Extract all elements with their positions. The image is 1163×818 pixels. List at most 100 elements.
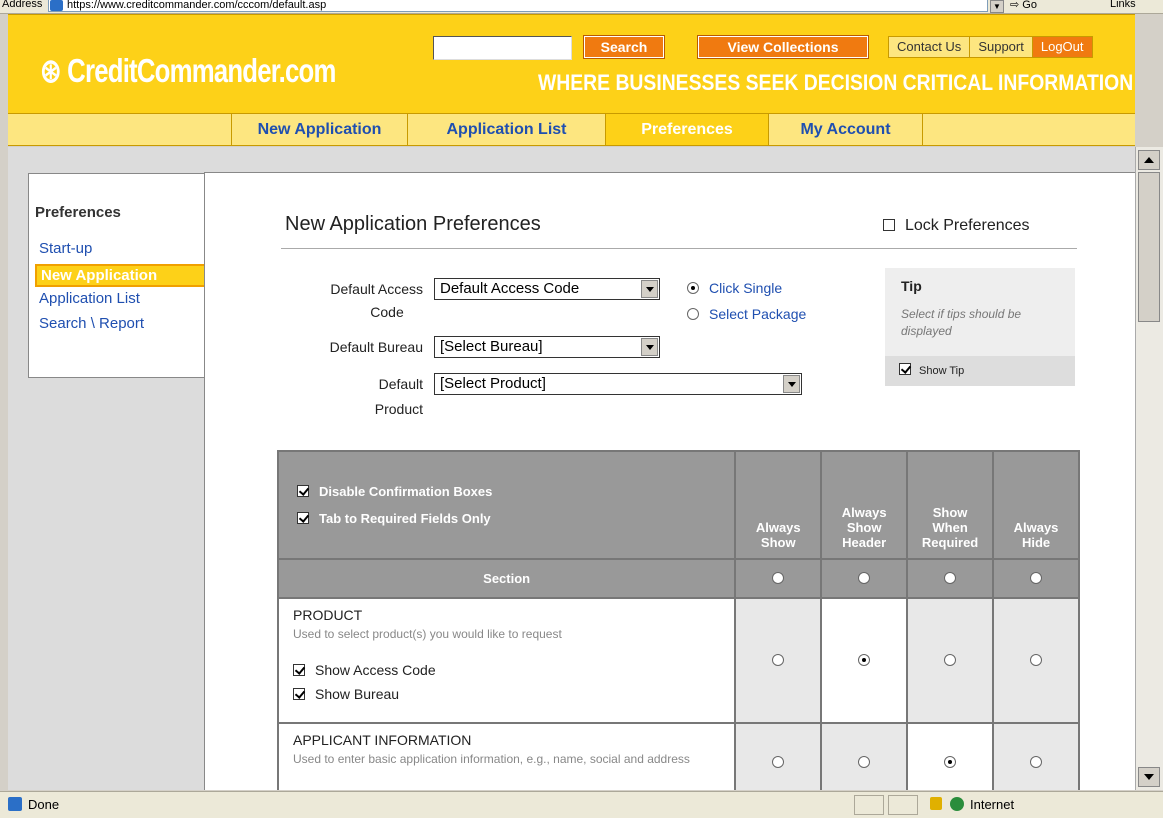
- radio-click-single[interactable]: Click Single: [687, 280, 782, 296]
- product-show-header-cell: [820, 597, 909, 724]
- tab-required-box[interactable]: [297, 512, 309, 524]
- page-done-icon: [8, 797, 22, 811]
- tip-text: Select if tips should be displayed: [901, 307, 1022, 338]
- all-always-show-radio-cell: [734, 558, 823, 599]
- section-column-header: Section: [276, 558, 737, 599]
- radio-all-always-show[interactable]: [772, 572, 785, 584]
- ie-page-icon: [50, 0, 63, 11]
- links-button[interactable]: Links: [1110, 0, 1136, 10]
- tagline: WHERE BUSINESSES SEEK DECISION CRITICAL …: [538, 70, 1134, 95]
- applicant-show-header-cell: [820, 722, 909, 790]
- grid-options-cell: Disable Confirmation Boxes Tab to Requir…: [276, 450, 737, 560]
- bureau-select[interactable]: [Select Bureau]: [434, 336, 660, 358]
- status-bar: Done Internet: [0, 791, 1163, 818]
- tab-new-application[interactable]: New Application: [231, 114, 408, 145]
- main-nav: New Application Application List Prefere…: [8, 113, 1135, 146]
- section-applicant-cell: APPLICANT INFORMATION Used to enter basi…: [276, 722, 737, 790]
- search-button[interactable]: Search: [583, 35, 665, 59]
- lock-checkbox-box[interactable]: [883, 219, 895, 231]
- product-always-show-cell: [734, 597, 823, 724]
- col-header-always-hide: Always Hide: [992, 450, 1080, 560]
- radio-applicant-always-show[interactable]: [772, 756, 785, 768]
- access-code-label-1: Default Access: [330, 281, 423, 297]
- radio-select-package[interactable]: Select Package: [687, 306, 806, 322]
- url-dropdown-button[interactable]: ▼: [990, 0, 1004, 13]
- sidebar-item-search-report[interactable]: Search \ Report: [39, 315, 144, 332]
- radio-all-show-header[interactable]: [858, 572, 871, 584]
- section-visibility-table: Disable Confirmation Boxes Tab to Requir…: [276, 450, 1080, 790]
- access-code-select[interactable]: Default Access Code: [434, 278, 660, 300]
- radio-all-always-hide[interactable]: [1030, 572, 1043, 584]
- all-show-header-radio-cell: [820, 558, 909, 599]
- all-always-hide-radio-cell: [992, 558, 1080, 599]
- table-row: APPLICANT INFORMATION Used to enter basi…: [276, 722, 1080, 790]
- show-tip-checkbox-box[interactable]: [899, 363, 911, 375]
- show-tip-checkbox[interactable]: Show Tip: [885, 356, 1075, 386]
- radio-button-icon[interactable]: [687, 282, 699, 294]
- site-header: ⊛ CreditCommander.com Search View Collec…: [8, 14, 1135, 113]
- go-button[interactable]: ⇨ Go: [1010, 0, 1052, 11]
- scroll-thumb[interactable]: [1138, 172, 1160, 322]
- radio-applicant-always-hide[interactable]: [1030, 756, 1043, 768]
- checkbox-box[interactable]: [293, 664, 305, 676]
- content-area: Preferences Start-up New Application App…: [8, 147, 1135, 790]
- tab-my-account[interactable]: My Account: [769, 114, 923, 145]
- lock-preferences-checkbox[interactable]: Lock Preferences: [883, 217, 1030, 235]
- section-description: Used to enter basic application informat…: [293, 752, 690, 766]
- sidebar-item-application-list[interactable]: Application List: [39, 290, 140, 307]
- status-text: Done: [28, 797, 60, 812]
- address-bar: Address https://www.creditcommander.com/…: [0, 0, 1163, 14]
- product-when-required-cell: [906, 597, 995, 724]
- product-label-1: Default: [378, 376, 423, 392]
- radio-product-show-header[interactable]: [858, 653, 871, 666]
- chevron-down-icon[interactable]: [641, 338, 658, 356]
- utility-nav: Contact Us Support LogOut: [888, 36, 1093, 58]
- product-select[interactable]: [Select Product]: [434, 373, 802, 395]
- url-field[interactable]: https://www.creditcommander.com/cccom/de…: [48, 0, 988, 12]
- disable-confirmation-box[interactable]: [297, 485, 309, 497]
- page-title: New Application Preferences: [285, 213, 541, 235]
- status-segment: [854, 795, 884, 815]
- radio-applicant-when-required[interactable]: [944, 756, 957, 768]
- product-label-2: Product: [374, 401, 423, 417]
- radio-product-always-hide[interactable]: [1030, 653, 1043, 666]
- all-when-required-radio-cell: [906, 558, 995, 599]
- access-code-label-2: Code: [370, 304, 404, 320]
- search-input[interactable]: [433, 36, 572, 60]
- tab-application-list[interactable]: Application List: [408, 114, 606, 145]
- tab-required-checkbox[interactable]: Tab to Required Fields Only: [297, 511, 734, 526]
- contact-us-link[interactable]: Contact Us: [889, 37, 971, 57]
- vertical-scrollbar[interactable]: [1135, 147, 1163, 790]
- radio-product-always-show[interactable]: [772, 653, 785, 666]
- zone-text: Internet: [970, 797, 1015, 812]
- bureau-label: Default Bureau: [329, 339, 423, 355]
- radio-button-icon[interactable]: [687, 308, 699, 320]
- sidebar-item-new-application[interactable]: New Application: [35, 264, 217, 287]
- section-name: PRODUCT: [293, 607, 363, 623]
- applicant-always-show-cell: [734, 722, 823, 790]
- scroll-down-arrow-icon[interactable]: [1138, 767, 1160, 787]
- scroll-up-arrow-icon[interactable]: [1138, 150, 1160, 170]
- radio-applicant-show-header[interactable]: [858, 756, 871, 768]
- disable-confirmation-checkbox[interactable]: Disable Confirmation Boxes: [297, 484, 734, 499]
- preferences-sidebar: Preferences Start-up New Application App…: [28, 173, 224, 378]
- chevron-down-icon[interactable]: [783, 375, 800, 393]
- chevron-down-icon[interactable]: [641, 280, 658, 298]
- radio-all-when-required[interactable]: [944, 572, 957, 584]
- tip-title: Tip: [901, 278, 922, 294]
- show-bureau-checkbox[interactable]: Show Bureau: [293, 686, 724, 702]
- lock-icon: [930, 797, 942, 810]
- internet-zone-icon: [950, 797, 964, 811]
- sidebar-item-start-up[interactable]: Start-up: [39, 240, 92, 257]
- radio-product-when-required[interactable]: [944, 653, 957, 666]
- logout-link[interactable]: LogOut: [1032, 37, 1092, 57]
- checkbox-box[interactable]: [293, 688, 305, 700]
- applicant-always-hide-cell: [992, 722, 1080, 790]
- col-header-show-when-required: Show When Required: [906, 450, 995, 560]
- tab-preferences[interactable]: Preferences: [606, 114, 769, 145]
- show-access-code-checkbox[interactable]: Show Access Code: [293, 662, 724, 678]
- view-collections-button[interactable]: View Collections: [697, 35, 869, 59]
- support-link[interactable]: Support: [970, 37, 1033, 57]
- site-logo[interactable]: ⊛ CreditCommander.com: [40, 51, 336, 90]
